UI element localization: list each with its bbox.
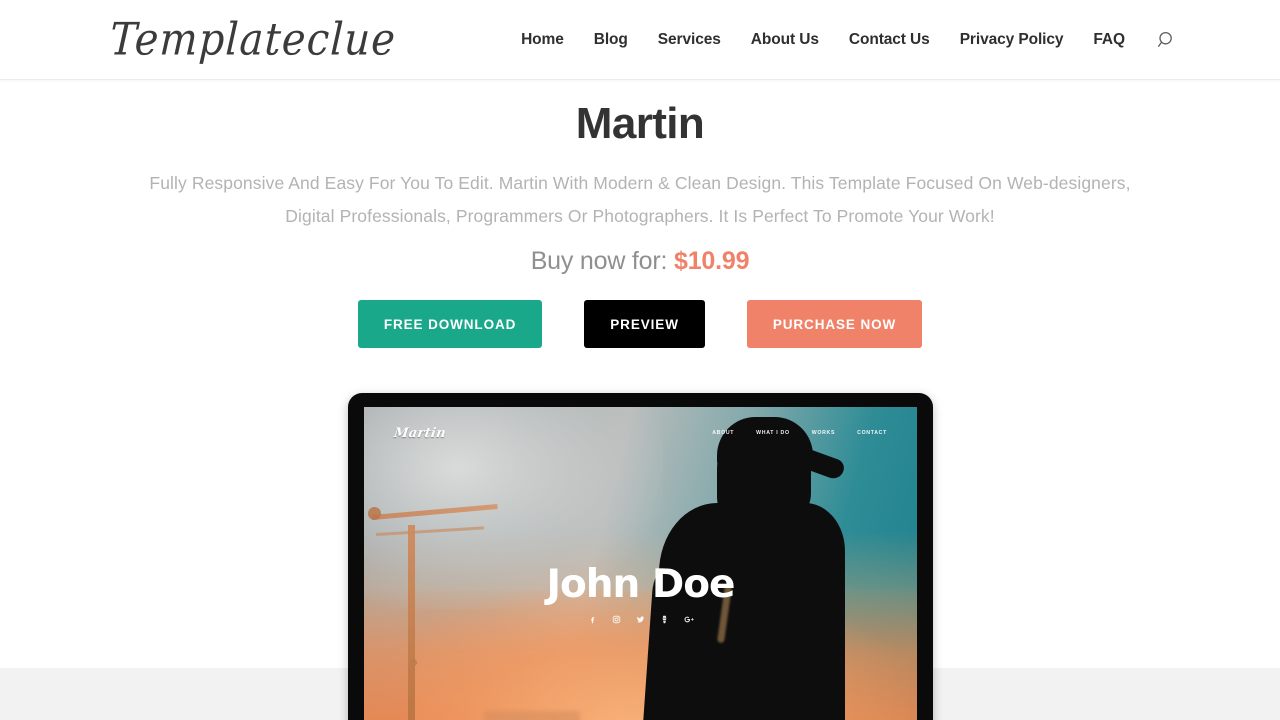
search-icon [1157,30,1177,50]
preview-hero-name: John Doe [546,562,735,607]
preview-social-links [364,615,917,624]
preview-button[interactable]: PREVIEW [584,300,705,349]
site-logo[interactable]: Templateclue [99,14,398,66]
crane-base-shadow [484,711,580,720]
preview-topbar: Martin ABOUT WHAT I DO WORKS CONTACT [364,407,917,459]
facebook-icon[interactable] [588,615,597,624]
nav-item-contact-us[interactable]: Contact Us [834,31,945,49]
instagram-icon[interactable] [612,615,621,624]
nav-item-blog[interactable]: Blog [579,31,643,49]
header-inner: Templateclue Home Blog Services About Us… [100,0,1180,80]
hero-section: Martin Fully Responsive And Easy For You… [0,81,1280,349]
preview-nav-item-what-i-do[interactable]: WHAT I DO [756,430,790,436]
search-button[interactable] [1154,27,1180,53]
dribbble-icon[interactable] [660,615,669,624]
preview-hero: John Doe [364,565,917,624]
preview-nav-item-about[interactable]: ABOUT [712,430,734,436]
nav-item-about-us[interactable]: About Us [736,31,834,49]
purchase-now-button[interactable]: PURCHASE NOW [746,300,923,349]
twitter-icon[interactable] [636,615,645,624]
google-plus-icon[interactable] [683,615,694,624]
product-description: Fully Responsive And Easy For You To Edi… [149,173,1131,226]
cta-button-row: FREE DOWNLOAD PREVIEW PURCHASE NOW [0,300,1280,349]
laptop-mockup: Martin ABOUT WHAT I DO WORKS CONTACT Joh… [348,393,933,720]
main-navigation: Home Blog Services About Us Contact Us P… [506,27,1180,53]
price-value: $10.99 [674,247,750,276]
nav-item-services[interactable]: Services [643,31,736,49]
nav-item-home[interactable]: Home [506,31,579,49]
page-root: Templateclue Home Blog Services About Us… [0,0,1280,720]
preview-site-logo[interactable]: Martin [393,426,447,441]
preview-nav-item-works[interactable]: WORKS [812,430,835,436]
preview-navigation: ABOUT WHAT I DO WORKS CONTACT [712,430,887,436]
price-line: Buy now for: $10.99 [0,247,1280,276]
site-header: Templateclue Home Blog Services About Us… [0,0,1280,80]
free-download-button[interactable]: FREE DOWNLOAD [357,300,543,349]
crane-knob [368,507,381,520]
nav-item-privacy-policy[interactable]: Privacy Policy [945,31,1079,49]
price-label: Buy now for: [530,247,668,276]
preview-nav-item-contact[interactable]: CONTACT [857,430,887,436]
nav-item-faq[interactable]: FAQ [1078,31,1140,49]
crane-dot [410,659,417,666]
page-title: Martin [575,99,705,148]
template-preview-screen[interactable]: Martin ABOUT WHAT I DO WORKS CONTACT Joh… [364,407,917,720]
